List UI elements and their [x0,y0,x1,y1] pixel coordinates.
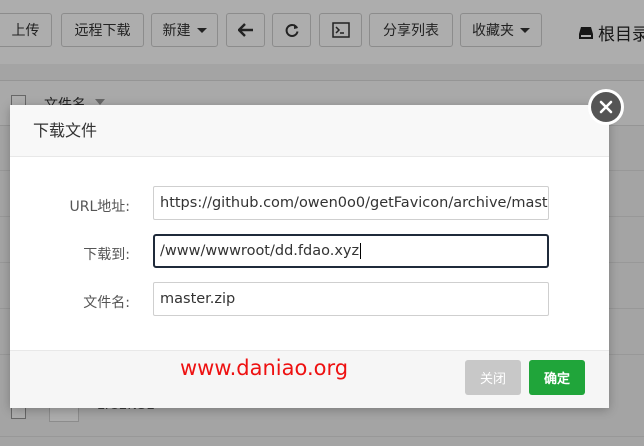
close-icon-bg [591,92,621,122]
confirm-button[interactable]: 确定 [529,360,585,395]
watermark-text: www.daniao.org [180,356,349,380]
dialog-title: 下载文件 [10,105,609,157]
download-path-input[interactable]: /www/wwwroot/dd.fdao.xyz [153,234,549,268]
download-to-label: 下载到: [83,247,130,263]
url-input[interactable]: https://github.com/owen0o0/getFavicon/ar… [153,186,549,220]
download-path-value: /www/wwwroot/dd.fdao.xyz [160,243,360,259]
download-file-dialog: 下载文件 URL地址: https://github.com/owen0o0/g… [10,105,609,408]
close-button[interactable]: 关闭 [465,360,521,395]
filename-input[interactable]: master.zip [153,282,549,316]
url-label: URL地址: [69,199,131,215]
close-icon [599,100,613,114]
filename-label: 文件名: [83,295,130,311]
text-cursor [360,243,362,259]
filename-input-value: master.zip [160,291,236,307]
dialog-close-button[interactable] [588,89,624,125]
url-input-value: https://github.com/owen0o0/getFavicon/ar… [160,195,549,211]
